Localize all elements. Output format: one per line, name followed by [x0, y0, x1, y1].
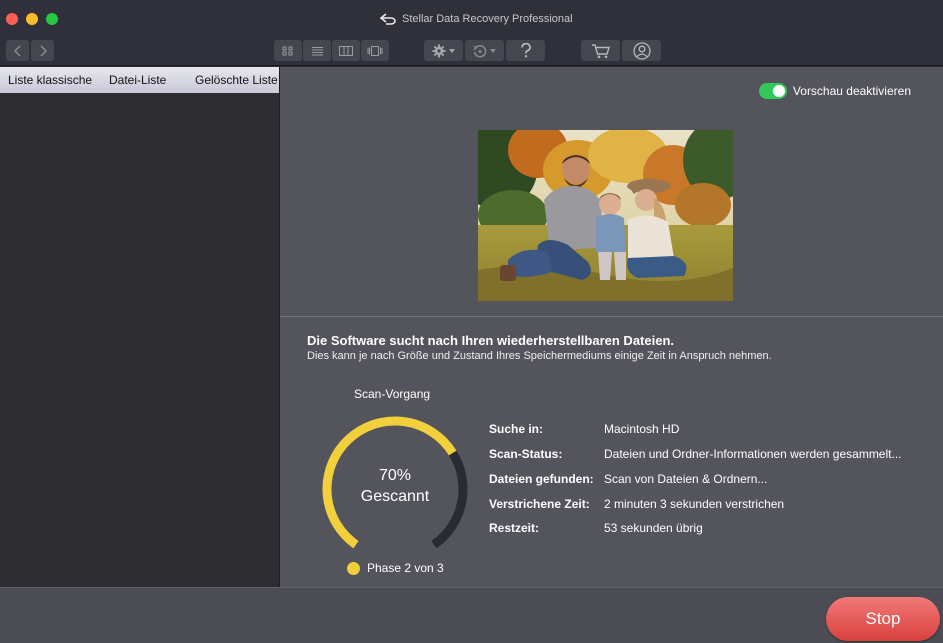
navigation-buttons [6, 40, 54, 61]
scan-subheading: Dies kann je nach Größe und Zustand Ihre… [307, 350, 772, 362]
phase-dot-icon [347, 561, 360, 575]
back-button[interactable] [6, 40, 29, 61]
buy-button[interactable] [581, 40, 620, 61]
forward-icon [39, 44, 47, 57]
scan-progress-pane: Vorschau deaktivieren Die Software sucht… [280, 67, 943, 587]
gauge-title: Scan-Vorgang [354, 387, 431, 401]
title-bar: Stellar Data Recovery Professional [0, 0, 943, 66]
user-icon [632, 41, 651, 60]
tab-file-list[interactable]: Datei-Liste [109, 73, 166, 87]
footer-bar: Stop [0, 587, 943, 643]
progress-status-label: Gescannt [360, 488, 430, 505]
preview-toggle[interactable] [758, 83, 787, 99]
detail-label: Restzeit: [489, 521, 540, 535]
preview-image [478, 130, 733, 301]
detail-value: 53 sekunden übrig [604, 521, 703, 535]
stop-button[interactable]: Stop [826, 597, 940, 641]
detail-value: Dateien und Ordner-Informationen werden … [604, 447, 902, 461]
cover-flow-button[interactable] [361, 40, 389, 61]
progress-percent: 70% [378, 467, 412, 484]
detail-value: 2 minuten 3 sekunden verstrichen [604, 497, 785, 511]
forward-button[interactable] [31, 40, 54, 61]
detail-value: Scan von Dateien & Ordnern... [604, 472, 768, 486]
gear-icon [432, 44, 446, 57]
tree-view-pane: Liste klassische Datei-Liste Gelöschte L… [0, 67, 280, 587]
grid-view-icon [282, 46, 293, 55]
window-title: Stellar Data Recovery Professional [380, 13, 573, 25]
help-icon [520, 43, 531, 58]
detail-label: Suche in: [489, 422, 544, 436]
section-divider [280, 316, 943, 317]
help-button[interactable] [506, 40, 545, 61]
chevron-down-icon [449, 48, 455, 53]
history-icon [473, 44, 487, 57]
history-button[interactable] [465, 40, 504, 61]
list-view-button[interactable] [303, 40, 331, 61]
detail-label: Scan-Status: [489, 447, 563, 461]
back-icon [13, 44, 21, 57]
detail-value: Macintosh HD [604, 422, 680, 436]
tab-classic-list[interactable]: Liste klassische [8, 73, 92, 87]
detail-label: Dateien gefunden: [489, 472, 594, 486]
settings-button[interactable] [424, 40, 463, 61]
window-title-text: Stellar Data Recovery Professional [402, 13, 573, 25]
list-view-icon [311, 46, 323, 55]
phase-label: Phase 2 von 3 [367, 561, 444, 575]
minimize-window-button[interactable] [26, 13, 38, 25]
tree-view-tabs: Liste klassische Datei-Liste Gelöschte L… [0, 67, 279, 93]
tab-deleted-list[interactable]: Gelöschte Liste [195, 73, 278, 87]
maximize-window-button[interactable] [46, 13, 58, 25]
close-window-button[interactable] [6, 13, 18, 25]
column-view-button[interactable] [332, 40, 360, 61]
cart-icon [591, 43, 610, 58]
column-view-icon [339, 45, 353, 56]
preview-toggle-label: Vorschau deaktivieren [792, 84, 911, 98]
cover-flow-icon [367, 45, 383, 56]
account-buttons [581, 40, 661, 61]
back-arrow-icon [380, 13, 396, 25]
account-button[interactable] [622, 40, 661, 61]
scan-heading: Die Software sucht nach Ihren wiederhers… [307, 333, 674, 348]
chevron-down-icon [490, 48, 496, 53]
grid-view-button[interactable] [274, 40, 302, 61]
preview-toggle-row: Vorschau deaktivieren [758, 83, 911, 99]
action-buttons [424, 40, 545, 61]
detail-label: Verstrichene Zeit: [489, 497, 590, 511]
phase-indicator: Phase 2 von 3 [347, 561, 444, 575]
view-mode-buttons [274, 40, 389, 61]
